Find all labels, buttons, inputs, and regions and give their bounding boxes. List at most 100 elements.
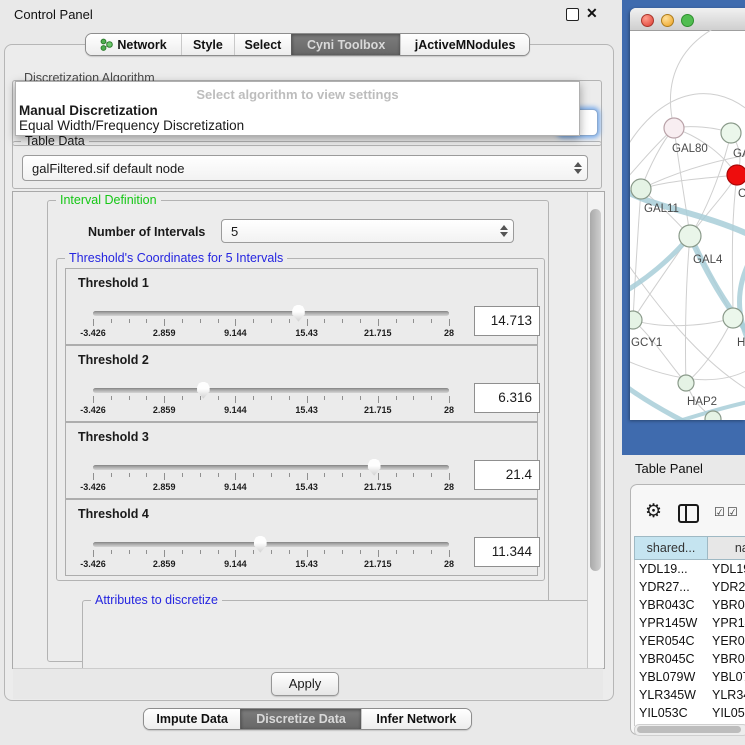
slider-track[interactable] [93,311,449,316]
network-edge[interactable] [633,318,733,326]
network-node-ga[interactable] [721,123,741,143]
network-edge-thick[interactable] [740,260,745,345]
network-node-hap2[interactable] [678,375,694,391]
tab-discretize-data[interactable]: Discretize Data [240,709,360,729]
slider-thumb[interactable] [253,536,268,553]
table-cell[interactable]: YBL079W [635,668,708,686]
float-window-icon[interactable] [566,8,579,21]
table-row[interactable]: YBR043CYBR04 [635,596,745,614]
table-cell[interactable]: YBR045C [635,650,708,668]
slider-thumb[interactable] [196,382,211,399]
checkbox-icon[interactable]: ☑ [727,505,738,519]
tab-style[interactable]: Style [181,34,234,55]
tab-network[interactable]: Network [86,34,181,55]
slider-tick-label: 28 [444,405,454,415]
slider-thumb[interactable] [367,459,382,476]
table-data-combobox[interactable]: galFiltered.sif default node [22,155,588,181]
network-node-c[interactable] [727,165,745,185]
slider-tick-label: 15.43 [295,482,318,492]
slider-tick [235,396,236,403]
tab-impute-data[interactable]: Impute Data [144,709,240,729]
network-edge[interactable] [732,175,737,318]
slider-track[interactable] [93,542,449,547]
table-cell[interactable]: YBR04 [708,596,745,614]
network-node-gal11[interactable] [631,179,651,199]
tab-select[interactable]: Select [234,34,291,55]
slider-tick [289,396,290,400]
table-cell[interactable]: YPR14 [708,614,745,632]
column-header-shared-name[interactable]: shared... [635,537,708,559]
tab-jactivemnodules[interactable]: jActiveMNodules [400,34,529,55]
table-row[interactable]: YPR145WYPR14 [635,614,745,632]
table-row[interactable]: YBR045CYBR04 [635,650,745,668]
gear-icon[interactable]: ⚙ [645,500,662,523]
table-cell[interactable]: YLR34 [708,686,745,704]
scrollbar-thumb[interactable] [590,209,601,571]
threshold-value-field[interactable]: 11.344 [474,537,540,567]
threshold-value-field[interactable]: 14.713 [474,306,540,336]
table-cell[interactable]: YBR043C [635,596,708,614]
table-cell[interactable]: YPR145W [635,614,708,632]
table-row[interactable]: YDL19...YDL19 [635,560,745,578]
threshold-value-field[interactable]: 21.4 [474,460,540,490]
network-canvas[interactable]: GAL80GACGAL11GAL4GCY1HHAP2 [630,30,745,420]
table-row[interactable]: YER054CYER05 [635,632,745,650]
minimize-traffic-light-icon[interactable] [661,14,674,27]
network-edge[interactable] [633,320,686,383]
network-window-titlebar[interactable] [630,8,745,31]
threshold-value-field[interactable]: 6.316 [474,383,540,413]
checkbox-icon[interactable]: ☑ [714,505,725,519]
slider-thumb[interactable] [291,305,306,322]
network-edge[interactable] [686,318,733,383]
network-node-gcy1[interactable] [630,311,642,329]
table-cell[interactable]: YIL053C [635,704,708,722]
table-cell[interactable]: YDR27... [635,578,708,596]
table-row[interactable]: YDR27...YDR27 [635,578,745,596]
slider-track[interactable] [93,465,449,470]
network-edge[interactable] [633,189,641,320]
menu-item-manual-discretization[interactable]: Manual Discretization [19,103,158,118]
tab-infer-network[interactable]: Infer Network [361,709,471,729]
table-row[interactable]: YBL079WYBL07 [635,668,745,686]
slider-tick [324,396,325,400]
network-node-gal4[interactable] [679,225,701,247]
number-of-intervals-combobox[interactable]: 5 [221,219,514,243]
table-row[interactable]: YIL053CYIL05 [635,704,745,722]
table-cell[interactable]: YBR04 [708,650,745,668]
network-edge-thick[interactable] [630,236,690,292]
table-cell[interactable]: YDL19 [708,560,745,578]
close-traffic-light-icon[interactable] [641,14,654,27]
slider-track[interactable] [93,388,449,393]
slider-tick [307,396,308,403]
close-icon[interactable]: ✕ [586,8,597,19]
slider-tick [378,396,379,403]
table-cell[interactable]: YER05 [708,632,745,650]
network-edge[interactable] [670,30,720,128]
zoom-traffic-light-icon[interactable] [681,14,694,27]
table-cell[interactable]: YIL05 [708,704,745,722]
scrollbar-thumb[interactable] [637,726,741,733]
network-icon [100,38,113,51]
settings-vertical-scrollbar[interactable] [587,192,604,668]
slider-tick [342,473,343,477]
table-data-value: galFiltered.sif default node [23,161,569,176]
table-cell[interactable]: YBL07 [708,668,745,686]
table-cell[interactable]: YER054C [635,632,708,650]
apply-button[interactable]: Apply [271,672,339,696]
network-node-gal80[interactable] [664,118,684,138]
slider-tick-label: 15.43 [295,328,318,338]
network-edge[interactable] [685,236,690,383]
column-header-name[interactable]: name [708,537,745,559]
tab-cyni-toolbox[interactable]: Cyni Toolbox [291,34,400,55]
menu-item-equal-width-frequency[interactable]: Equal Width/Frequency Discretization [19,118,244,133]
table-cell[interactable]: YLR345W [635,686,708,704]
number-of-intervals-label: Number of Intervals [88,225,205,239]
slider-tick-label: 9.144 [224,328,247,338]
columns-icon[interactable] [678,504,699,523]
slider-tick-label: -3.426 [80,559,106,569]
table-cell[interactable]: YDR27 [708,578,745,596]
table-row[interactable]: YLR345WYLR34 [635,686,745,704]
table-horizontal-scrollbar[interactable] [634,724,745,736]
network-node-h[interactable] [723,308,743,328]
table-cell[interactable]: YDL19... [635,560,708,578]
